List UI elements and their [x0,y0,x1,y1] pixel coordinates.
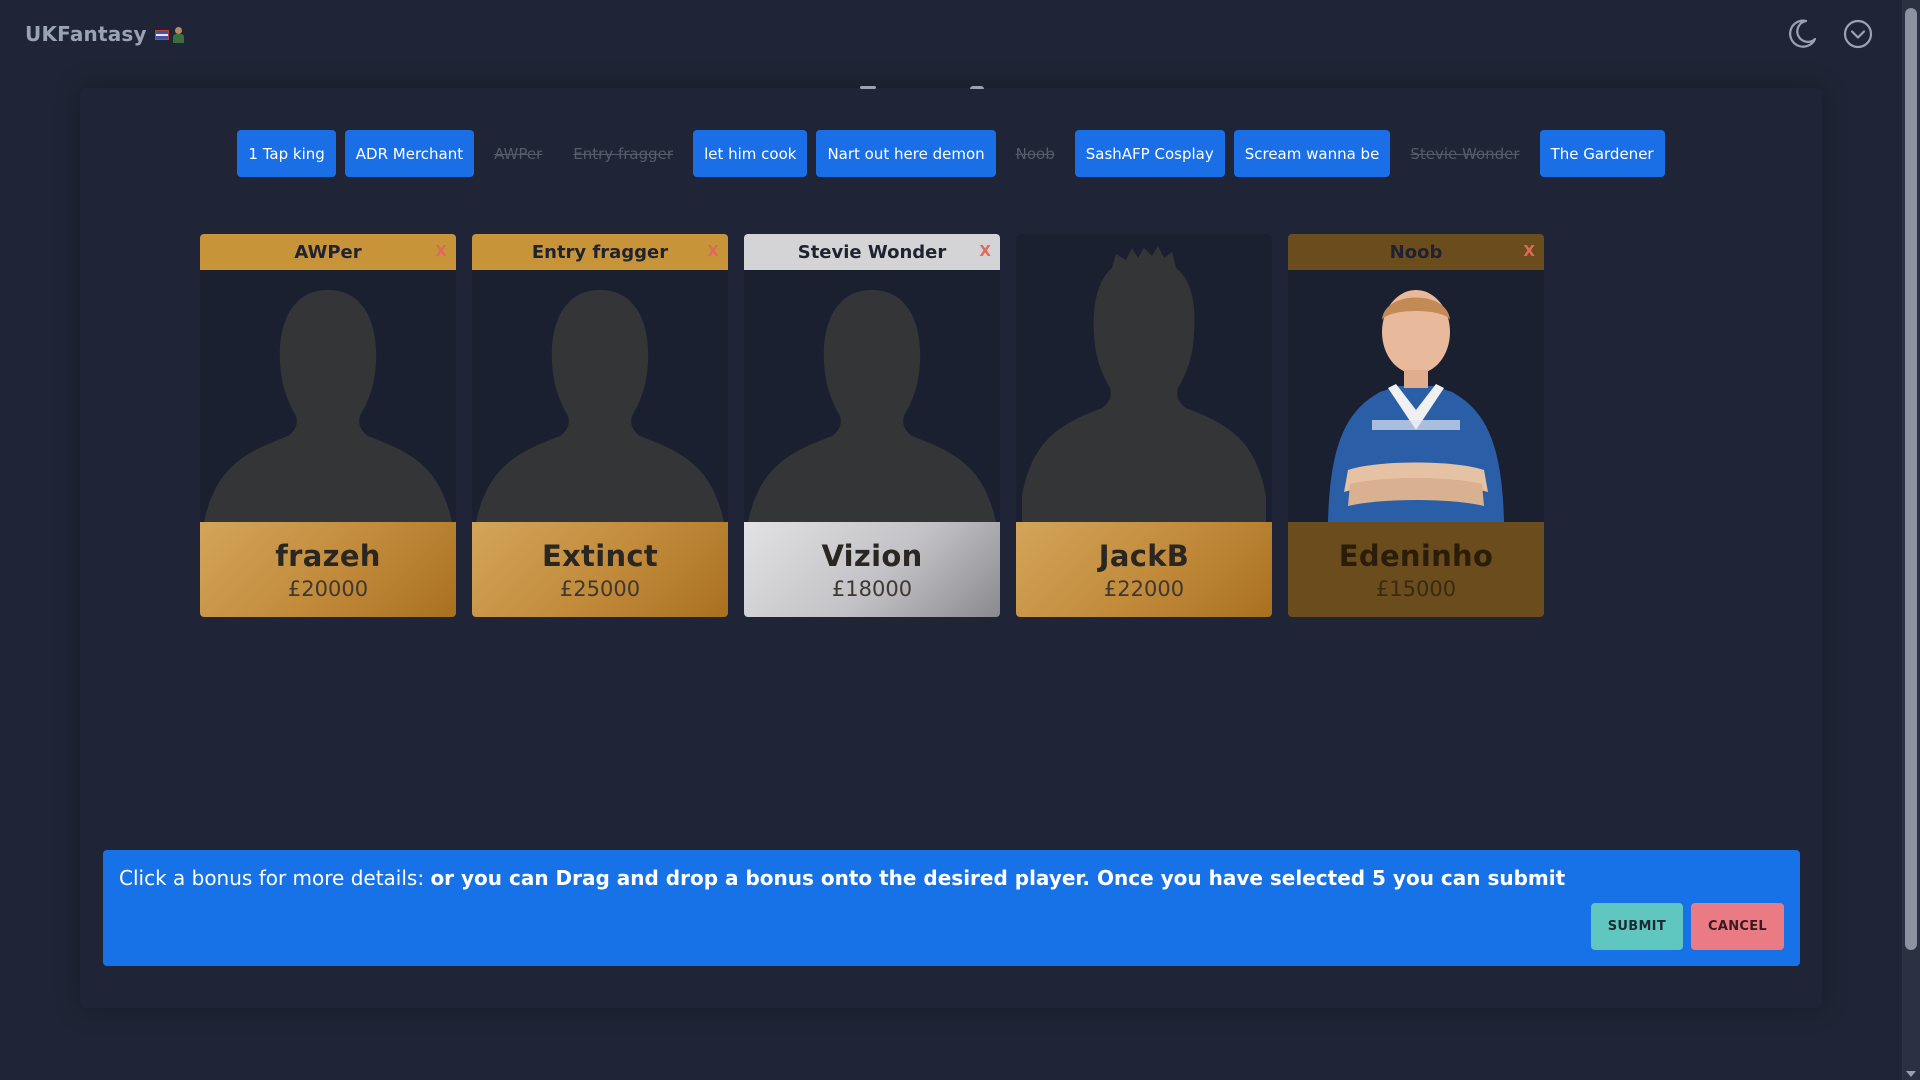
player-card[interactable]: Noob X Edeninho £15000 [1288,234,1544,617]
bonus-chip[interactable]: Scream wanna be [1233,130,1391,177]
assigned-bonus: Entry fragger X [472,234,728,270]
assigned-bonus: Noob X [1288,234,1544,270]
bonus-chip[interactable]: The Gardener [1539,130,1665,177]
remove-bonus-button[interactable]: X [707,242,719,260]
instructions-text: Click a bonus for more details: or you c… [119,866,1784,890]
player-card[interactable]: AWPer X frazeh £20000 [200,234,456,617]
submit-button[interactable]: SUBMIT [1590,903,1683,950]
cancel-button[interactable]: CANCEL [1691,903,1784,950]
player-info: Vizion £18000 [744,522,1000,617]
brand[interactable]: UKFantasy [25,22,186,46]
player-name: JackB [1098,538,1190,573]
app-title[interactable]: UKFantasy [25,22,147,46]
instructions-bold: or you can Drag and drop a bonus onto th… [430,866,1566,890]
panel-divider [970,86,984,89]
assigned-bonus-label: Entry fragger [531,241,669,263]
bonus-chip[interactable]: Stevie Wonder [1399,130,1530,177]
player-price: £25000 [559,576,641,601]
top-bar: UKFantasy [0,0,1902,68]
assigned-bonus-label: AWPer [294,241,362,263]
player-info: frazeh £20000 [200,522,456,617]
brand-badges [154,26,186,44]
player-silhouette-icon [1016,234,1272,522]
character-icon [172,26,186,44]
player-price: £15000 [1375,576,1457,601]
bonus-chip[interactable]: SashAFP Cosplay [1074,130,1225,177]
player-price: £22000 [1103,576,1185,601]
player-price: £20000 [287,576,369,601]
bonus-chip[interactable]: Nart out here demon [816,130,996,177]
instructions-bar: Click a bonus for more details: or you c… [103,850,1800,966]
player-card[interactable]: Entry fragger X Extinct £25000 [472,234,728,617]
instructions-lead: Click a bonus for more details: [119,866,431,890]
player-price: £18000 [831,576,913,601]
assigned-bonus-label: Noob [1389,241,1443,263]
player-card[interactable]: JackB £22000 [1016,234,1272,617]
scrollbar-thumb[interactable] [1905,8,1917,950]
player-silhouette-icon [472,270,728,522]
moon-icon[interactable] [1784,16,1820,52]
form-actions: SUBMIT CANCEL [1590,903,1784,950]
panel-divider [860,86,876,89]
bonus-chip[interactable]: Entry fragger [562,130,684,177]
assigned-bonus-label: Stevie Wonder [797,241,947,263]
player-info: Edeninho £15000 [1288,522,1544,617]
player-silhouette-icon [200,270,456,522]
player-name: frazeh [275,538,381,573]
assigned-bonus: Stevie Wonder X [744,234,1000,270]
header-actions [1784,16,1876,52]
player-card[interactable]: Stevie Wonder X Vizion £18000 [744,234,1000,617]
player-name: Vizion [821,538,923,573]
bonus-list: 1 Tap king ADR Merchant AWPer Entry fragger… [200,130,1702,177]
bonus-chip[interactable]: 1 Tap king [237,130,336,177]
bonus-chip[interactable]: ADR Merchant [344,130,475,177]
bonus-chip[interactable]: Noob [1005,130,1066,177]
page-scrollbar[interactable] [1902,0,1920,1080]
player-info: Extinct £25000 [472,522,728,617]
player-name: Extinct [541,538,659,573]
remove-bonus-button[interactable]: X [979,242,991,260]
player-silhouette-icon [744,270,1000,522]
assigned-bonus: AWPer X [200,234,456,270]
player-photo [1288,270,1544,522]
bonus-chip[interactable]: AWPer [483,130,553,177]
remove-bonus-button[interactable]: X [435,242,447,260]
chevron-down-circle-icon[interactable] [1840,16,1876,52]
player-cards: AWPer X frazeh £20000 Entry fragger X Extinc… [200,234,1544,617]
bonus-chip[interactable]: let him cook [693,130,808,177]
scroll-down-arrow-icon[interactable] [1906,1071,1916,1077]
player-info: JackB £22000 [1016,522,1272,617]
player-name: Edeninho [1338,538,1494,573]
remove-bonus-button[interactable]: X [1523,242,1535,260]
flag-icon [154,30,169,40]
